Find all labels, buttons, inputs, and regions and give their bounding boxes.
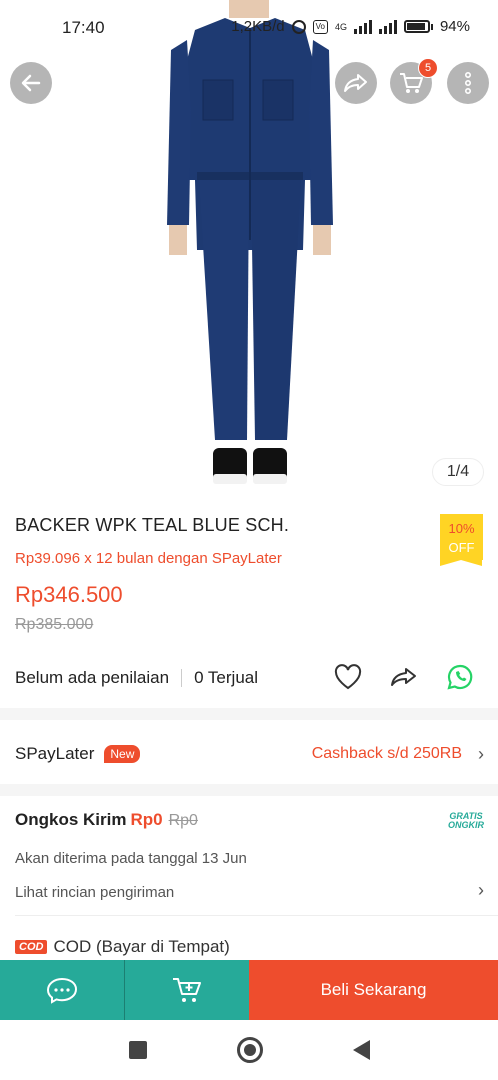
status-icons: 1,2KB/d Vo 4G 94% <box>231 18 470 35</box>
whatsapp-icon <box>447 664 473 690</box>
more-button[interactable] <box>447 62 489 104</box>
alarm-icon <box>291 19 306 34</box>
whatsapp-button[interactable] <box>445 662 475 692</box>
cart-count-badge: 5 <box>418 58 438 78</box>
delivery-date: Akan diterima pada tanggal 13 Jun <box>15 850 247 867</box>
discount-percent: 10% <box>448 521 475 536</box>
cod-label: COD (Bayar di Tempat) <box>53 937 230 956</box>
shipping-price: Rp0 <box>130 810 163 829</box>
chat-icon <box>46 977 78 1004</box>
new-badge: New <box>104 745 141 763</box>
home-icon[interactable] <box>236 1037 263 1063</box>
rating-row: Belum ada penilaian 0 Terjual <box>15 662 485 692</box>
product-image-gallery[interactable]: 5 1/4 <box>0 0 498 500</box>
status-time: 17:40 <box>62 18 105 37</box>
add-cart-icon <box>173 978 201 1002</box>
discount-off-label: OFF <box>448 540 475 555</box>
share-product-button[interactable] <box>389 662 419 692</box>
original-price: Rp385.000 <box>15 616 94 633</box>
image-counter: 1/4 <box>432 458 484 486</box>
cart-button[interactable]: 5 <box>390 58 438 104</box>
battery-level: 94% <box>439 18 470 35</box>
cod-row: COD COD (Bayar di Tempat) <box>15 937 230 957</box>
status-bar: 17:40 1,2KB/d Vo 4G 94% <box>0 0 498 56</box>
share-button[interactable] <box>335 62 377 104</box>
share-icon <box>344 74 367 92</box>
chat-button[interactable] <box>0 960 124 1020</box>
installment-info[interactable]: Rp39.096 x 12 bulan dengan SPayLater <box>15 550 282 567</box>
arrow-left-icon <box>21 74 41 92</box>
sold-count: 0 Terjual <box>194 668 259 687</box>
chevron-right-icon: › <box>478 743 484 764</box>
shipping-original-price: Rp0 <box>168 812 198 829</box>
volte-icon: Vo <box>312 19 328 34</box>
battery-icon <box>403 20 430 33</box>
product-title: BACKER WPK TEAL BLUE SCH. <box>15 515 290 535</box>
section-gap <box>0 784 498 796</box>
spaylater-row[interactable]: SPayLater New Cashback s/d 250RB › <box>0 734 498 774</box>
recents-icon[interactable] <box>128 1041 147 1059</box>
add-to-cart-button[interactable] <box>124 960 249 1020</box>
heart-icon <box>334 664 362 690</box>
rating-text: Belum ada penilaian <box>15 668 170 687</box>
network-type: 4G <box>334 21 347 32</box>
share-icon <box>391 668 416 686</box>
buy-now-button[interactable]: Beli Sekarang <box>249 960 498 1020</box>
spaylater-label: SPayLater <box>15 744 95 763</box>
section-gap <box>0 708 498 720</box>
system-nav-bar <box>0 1020 498 1080</box>
product-image <box>167 0 333 484</box>
divider <box>15 915 498 916</box>
signal-2-icon <box>378 19 397 34</box>
signal-icon <box>353 19 372 34</box>
shipping-cost: Ongkos Kirim Rp0 Rp0 <box>15 810 198 830</box>
product-price: Rp346.500 <box>15 582 123 607</box>
cod-logo: COD <box>15 940 48 954</box>
chevron-right-icon[interactable]: › <box>478 880 484 901</box>
network-speed: 1,2KB/d <box>231 18 285 35</box>
bottom-action-bar: Beli Sekarang <box>0 960 498 1020</box>
back-triangle-icon[interactable] <box>352 1040 370 1060</box>
shipping-detail-link[interactable]: Lihat rincian pengiriman <box>15 884 174 901</box>
shipping-label: Ongkos Kirim <box>15 810 127 829</box>
gratis-ongkir-logo: GRATIS ONGKIR <box>448 811 484 830</box>
cashback-text: Cashback s/d 250RB <box>311 745 462 762</box>
back-button[interactable] <box>10 62 52 104</box>
favorite-button[interactable] <box>333 662 363 692</box>
discount-badge: 10% OFF <box>440 514 483 566</box>
more-vertical-icon <box>464 71 472 94</box>
